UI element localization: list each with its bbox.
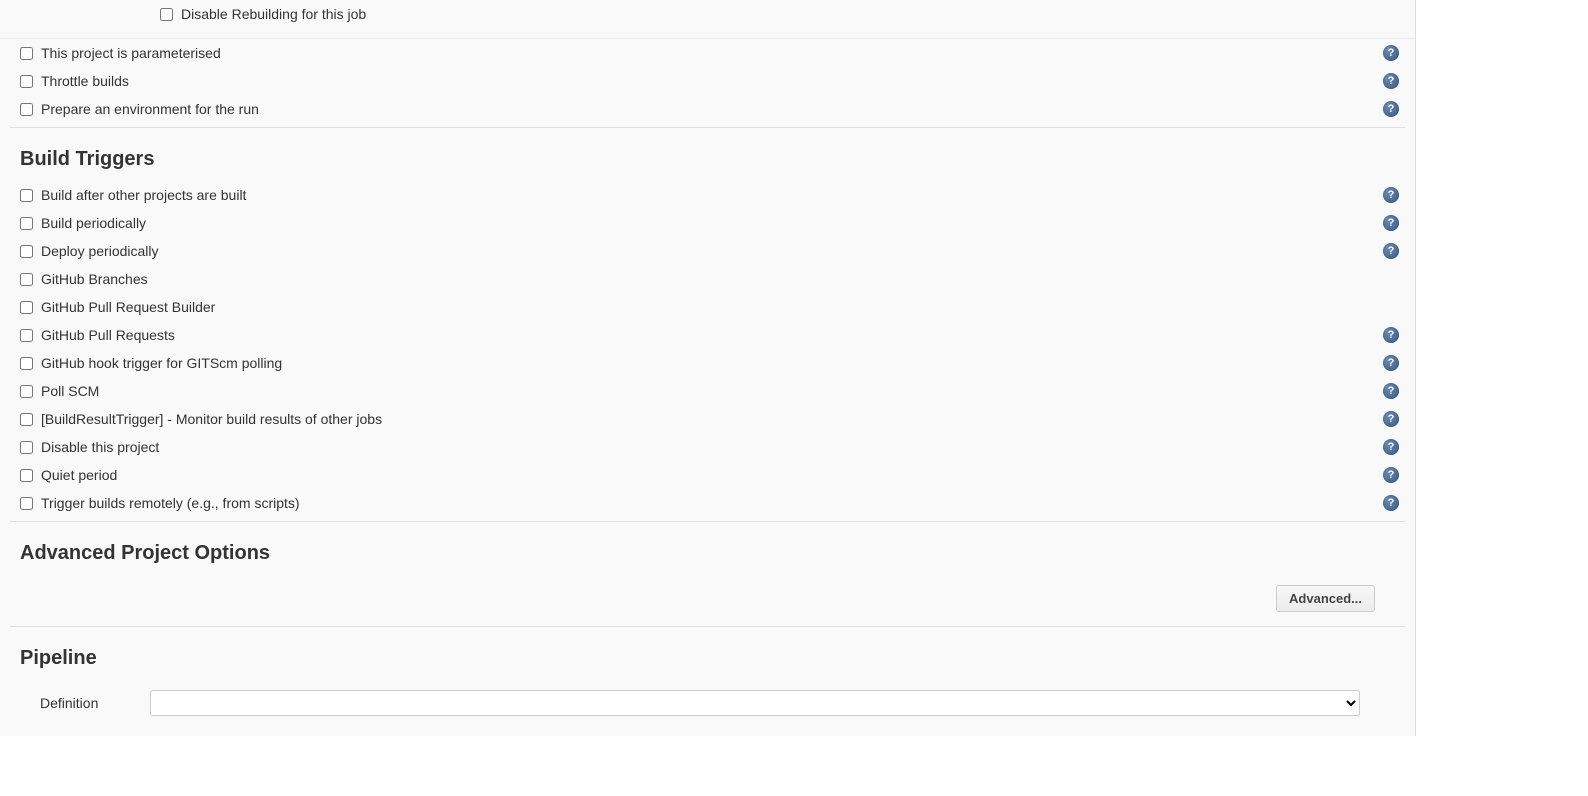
help-icon[interactable]: ? (1383, 215, 1399, 231)
trigger-checkbox[interactable] (20, 413, 33, 426)
trigger-checkbox[interactable] (20, 245, 33, 258)
throttle-label: Throttle builds (41, 73, 129, 89)
help-icon[interactable]: ? (1383, 495, 1399, 511)
trigger-checkbox[interactable] (20, 497, 33, 510)
parameterised-checkbox[interactable] (20, 47, 33, 60)
prepare-env-label: Prepare an environment for the run (41, 101, 259, 117)
trigger-label: Quiet period (41, 467, 117, 483)
trigger-label: GitHub Branches (41, 271, 148, 287)
disable-rebuilding-label: Disable Rebuilding for this job (181, 6, 366, 22)
trigger-checkbox[interactable] (20, 469, 33, 482)
disable-rebuilding-checkbox[interactable] (160, 8, 173, 21)
build-triggers-title: Build Triggers (0, 128, 1415, 181)
help-icon[interactable]: ? (1383, 73, 1399, 89)
advanced-title: Advanced Project Options (0, 522, 1415, 575)
trigger-checkbox[interactable] (20, 441, 33, 454)
help-icon[interactable]: ? (1383, 383, 1399, 399)
trigger-row: GitHub Pull Requests? (0, 321, 1415, 349)
trigger-row: GitHub Pull Request Builder (0, 293, 1415, 321)
trigger-row: Quiet period? (0, 461, 1415, 489)
throttle-row: Throttle builds ? (0, 67, 1415, 95)
help-icon[interactable]: ? (1383, 243, 1399, 259)
general-options-block: Disable Rebuilding for this job (0, 0, 1415, 39)
trigger-label: Poll SCM (41, 383, 99, 399)
trigger-checkbox[interactable] (20, 385, 33, 398)
build-triggers-list: Build after other projects are built?Bui… (0, 181, 1415, 517)
help-icon[interactable]: ? (1383, 355, 1399, 371)
advanced-button[interactable]: Advanced... (1276, 585, 1375, 612)
trigger-row: Trigger builds remotely (e.g., from scri… (0, 489, 1415, 517)
trigger-label: Build after other projects are built (41, 187, 246, 203)
trigger-row: Deploy periodically? (0, 237, 1415, 265)
parameterised-row: This project is parameterised ? (0, 39, 1415, 67)
help-icon[interactable]: ? (1383, 327, 1399, 343)
trigger-label: Build periodically (41, 215, 146, 231)
trigger-label: Disable this project (41, 439, 159, 455)
advanced-row: Advanced... (0, 575, 1415, 622)
trigger-row: Disable this project? (0, 433, 1415, 461)
page: Disable Rebuilding for this job This pro… (0, 0, 1588, 736)
definition-label: Definition (40, 695, 150, 711)
trigger-checkbox[interactable] (20, 217, 33, 230)
trigger-row: Build periodically? (0, 209, 1415, 237)
trigger-row: Poll SCM? (0, 377, 1415, 405)
help-icon[interactable]: ? (1383, 467, 1399, 483)
trigger-label: Deploy periodically (41, 243, 159, 259)
prepare-env-checkbox[interactable] (20, 103, 33, 116)
help-icon[interactable]: ? (1383, 439, 1399, 455)
trigger-checkbox[interactable] (20, 273, 33, 286)
trigger-checkbox[interactable] (20, 357, 33, 370)
help-icon[interactable]: ? (1383, 101, 1399, 117)
trigger-label: Trigger builds remotely (e.g., from scri… (41, 495, 300, 511)
help-icon[interactable]: ? (1383, 187, 1399, 203)
config-panel: Disable Rebuilding for this job This pro… (0, 0, 1416, 736)
throttle-checkbox[interactable] (20, 75, 33, 88)
trigger-checkbox[interactable] (20, 301, 33, 314)
help-icon[interactable]: ? (1383, 411, 1399, 427)
trigger-checkbox[interactable] (20, 329, 33, 342)
trigger-row: GitHub Branches (0, 265, 1415, 293)
trigger-label: [BuildResultTrigger] - Monitor build res… (41, 411, 382, 427)
parameterised-label: This project is parameterised (41, 45, 221, 61)
trigger-label: GitHub hook trigger for GITScm polling (41, 355, 282, 371)
definition-row: Definition (0, 680, 1415, 716)
trigger-label: GitHub Pull Request Builder (41, 299, 215, 315)
trigger-label: GitHub Pull Requests (41, 327, 175, 343)
prepare-env-row: Prepare an environment for the run ? (0, 95, 1415, 123)
trigger-row: [BuildResultTrigger] - Monitor build res… (0, 405, 1415, 433)
trigger-checkbox[interactable] (20, 189, 33, 202)
trigger-row: GitHub hook trigger for GITScm polling? (0, 349, 1415, 377)
pipeline-title: Pipeline (0, 627, 1415, 680)
disable-rebuilding-row: Disable Rebuilding for this job (10, 4, 1405, 24)
trigger-row: Build after other projects are built? (0, 181, 1415, 209)
help-icon[interactable]: ? (1383, 45, 1399, 61)
definition-select[interactable] (150, 690, 1360, 716)
